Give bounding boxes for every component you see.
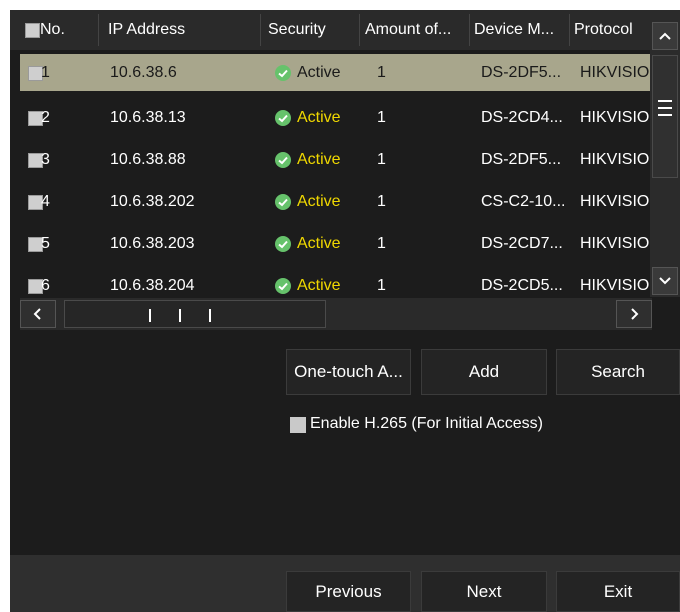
row-device-model: DS-2DF5...: [481, 151, 562, 168]
row-ip: 10.6.38.6: [110, 64, 177, 81]
check-circle-icon: [275, 110, 291, 126]
one-touch-add-button[interactable]: One-touch A...: [286, 349, 411, 395]
row-amount: 1: [377, 235, 386, 252]
row-ip: 10.6.38.13: [110, 109, 186, 126]
enable-h265-label[interactable]: Enable H.265 (For Initial Access): [310, 412, 543, 436]
grip-line: [658, 100, 672, 102]
enable-h265-checkbox[interactable]: [290, 417, 306, 433]
row-amount: 1: [377, 151, 386, 168]
footer-bar: Previous Next Exit: [10, 555, 680, 612]
row-protocol: HIKVISIO: [580, 64, 650, 81]
grip-line: [658, 114, 672, 116]
horizontal-scroll-thumb[interactable]: [64, 300, 326, 328]
vertical-scrollbar[interactable]: [650, 10, 680, 297]
row-ip: 10.6.38.203: [110, 235, 195, 252]
table-row[interactable]: 2 10.6.38.13 Active 1 DS-2CD4... HIKVISI…: [20, 99, 651, 136]
table-row[interactable]: 1 10.6.38.6 Active 1 DS-2DF5... HIKVISIO: [20, 54, 651, 91]
previous-button[interactable]: Previous: [286, 571, 411, 612]
header-device-model[interactable]: Device M...: [474, 10, 569, 50]
chevron-up-icon[interactable]: [652, 22, 678, 50]
next-button[interactable]: Next: [421, 571, 547, 612]
row-security-status: Active: [297, 109, 341, 126]
grip-line: [658, 107, 672, 109]
chevron-right-icon[interactable]: [616, 300, 652, 328]
row-ip: 10.6.38.202: [110, 193, 195, 210]
chevron-left-icon[interactable]: [20, 300, 56, 328]
header-divider: [359, 14, 360, 46]
row-number: 2: [41, 109, 50, 126]
add-button[interactable]: Add: [421, 349, 547, 395]
search-button[interactable]: Search: [556, 349, 680, 395]
exit-button[interactable]: Exit: [556, 571, 680, 612]
header-divider: [98, 14, 99, 46]
row-ip: 10.6.38.88: [110, 151, 186, 168]
row-security-status: Active: [297, 64, 341, 81]
row-protocol: HIKVISIO: [580, 193, 650, 210]
table-header: No. IP Address Security Amount of... Dev…: [10, 10, 650, 50]
row-amount: 1: [377, 64, 386, 81]
row-amount: 1: [377, 193, 386, 210]
check-circle-icon: [275, 152, 291, 168]
device-list-panel: No. IP Address Security Amount of... Dev…: [10, 10, 680, 612]
header-amount[interactable]: Amount of...: [365, 10, 469, 50]
select-all-checkbox[interactable]: [25, 23, 40, 38]
table-row[interactable]: 4 10.6.38.202 Active 1 CS-C2-10... HIKVI…: [20, 183, 651, 220]
check-circle-icon: [275, 236, 291, 252]
row-security-status: Active: [297, 151, 341, 168]
row-security-status: Active: [297, 235, 341, 252]
grip-line: [149, 309, 151, 322]
row-device-model: CS-C2-10...: [481, 193, 566, 210]
row-number: 3: [41, 151, 50, 168]
header-protocol[interactable]: Protocol: [574, 10, 650, 50]
row-number: 5: [41, 235, 50, 252]
grip-line: [179, 309, 181, 322]
table-row[interactable]: 3 10.6.38.88 Active 1 DS-2DF5... HIKVISI…: [20, 141, 651, 178]
header-divider: [569, 14, 570, 46]
horizontal-scrollbar[interactable]: [20, 298, 652, 330]
check-circle-icon: [275, 65, 291, 81]
check-circle-icon: [275, 194, 291, 210]
row-protocol: HIKVISIO: [580, 235, 650, 252]
row-device-model: DS-2CD7...: [481, 235, 563, 252]
table-row[interactable]: 5 10.6.38.203 Active 1 DS-2CD7... HIKVIS…: [20, 225, 651, 262]
row-protocol: HIKVISIO: [580, 151, 650, 168]
row-number: 4: [41, 193, 50, 210]
chevron-down-icon[interactable]: [652, 267, 678, 295]
row-security-status: Active: [297, 193, 341, 210]
grip-line: [209, 309, 211, 322]
row-amount: 1: [377, 109, 386, 126]
check-circle-icon: [275, 278, 291, 294]
table-row[interactable]: 6 10.6.38.204 Active 1 DS-2CD5... HIKVIS…: [20, 267, 651, 298]
vertical-scroll-thumb[interactable]: [652, 55, 678, 178]
row-number: 1: [41, 64, 50, 81]
row-device-model: DS-2DF5...: [481, 64, 562, 81]
header-ip-address[interactable]: IP Address: [108, 10, 258, 50]
row-device-model: DS-2CD4...: [481, 109, 563, 126]
row-protocol: HIKVISIO: [580, 109, 650, 126]
header-divider: [469, 14, 470, 46]
header-no[interactable]: No.: [40, 10, 100, 50]
header-security[interactable]: Security: [268, 10, 358, 50]
header-divider: [260, 14, 261, 46]
